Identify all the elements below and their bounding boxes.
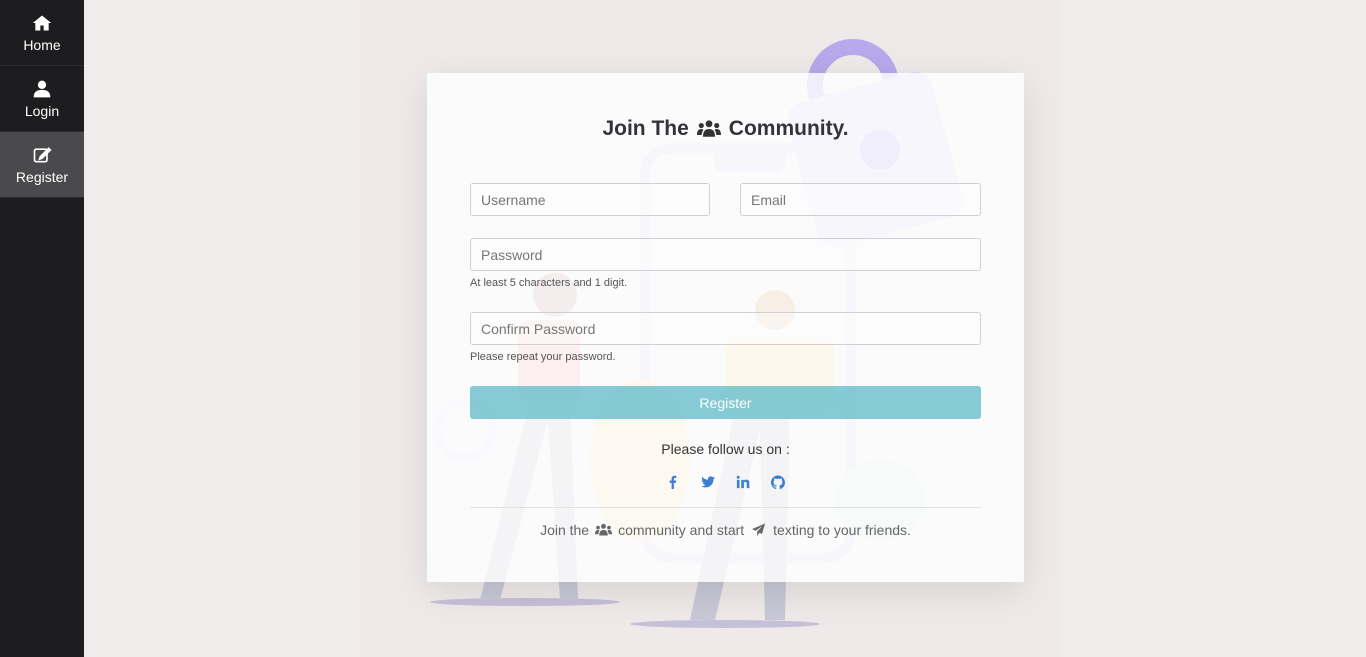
email-input[interactable]	[740, 183, 981, 216]
follow-text: Please follow us on :	[661, 441, 790, 457]
user-icon	[33, 80, 51, 97]
github-link[interactable]	[771, 474, 786, 489]
twitter-icon	[701, 475, 715, 487]
register-card: Join The Community. At least 5 character…	[427, 73, 1024, 582]
sidebar-item-label: Login	[24, 102, 60, 119]
linkedin-link[interactable]	[736, 474, 751, 489]
title-prefix: Join The	[602, 117, 689, 140]
linkedin-icon	[736, 475, 750, 488]
sidebar: Home Login Register	[0, 0, 84, 657]
paper-plane-icon	[752, 523, 766, 537]
confirm-password-hint: Please repeat your password.	[470, 351, 616, 363]
users-icon	[595, 523, 613, 536]
sidebar-item-home[interactable]: Home	[0, 0, 84, 66]
confirm-password-input[interactable]	[470, 312, 981, 345]
github-icon	[771, 474, 785, 489]
facebook-link[interactable]	[666, 474, 681, 489]
divider	[470, 507, 981, 508]
users-icon	[696, 120, 721, 137]
username-input[interactable]	[470, 183, 710, 216]
footer-part3: texting to your friends.	[773, 522, 911, 538]
footer-part1: Join the	[540, 522, 590, 538]
footer-text: Join the community and start texting to …	[427, 522, 1024, 538]
home-icon	[32, 15, 52, 30]
sidebar-item-label: Register	[15, 168, 69, 185]
sidebar-item-register[interactable]: Register	[0, 132, 84, 198]
edit-icon	[33, 146, 52, 162]
footer-part2: community and start	[618, 522, 745, 538]
sidebar-item-label: Home	[23, 36, 61, 53]
password-hint: At least 5 characters and 1 digit.	[470, 277, 628, 289]
page-title: Join The Community.	[427, 117, 1024, 141]
facebook-icon	[669, 475, 677, 489]
register-button[interactable]: Register	[470, 386, 981, 419]
social-links	[427, 474, 1024, 489]
password-input[interactable]	[470, 238, 981, 271]
title-suffix: Community.	[728, 117, 849, 140]
twitter-link[interactable]	[701, 474, 716, 489]
sidebar-item-login[interactable]: Login	[0, 66, 84, 132]
